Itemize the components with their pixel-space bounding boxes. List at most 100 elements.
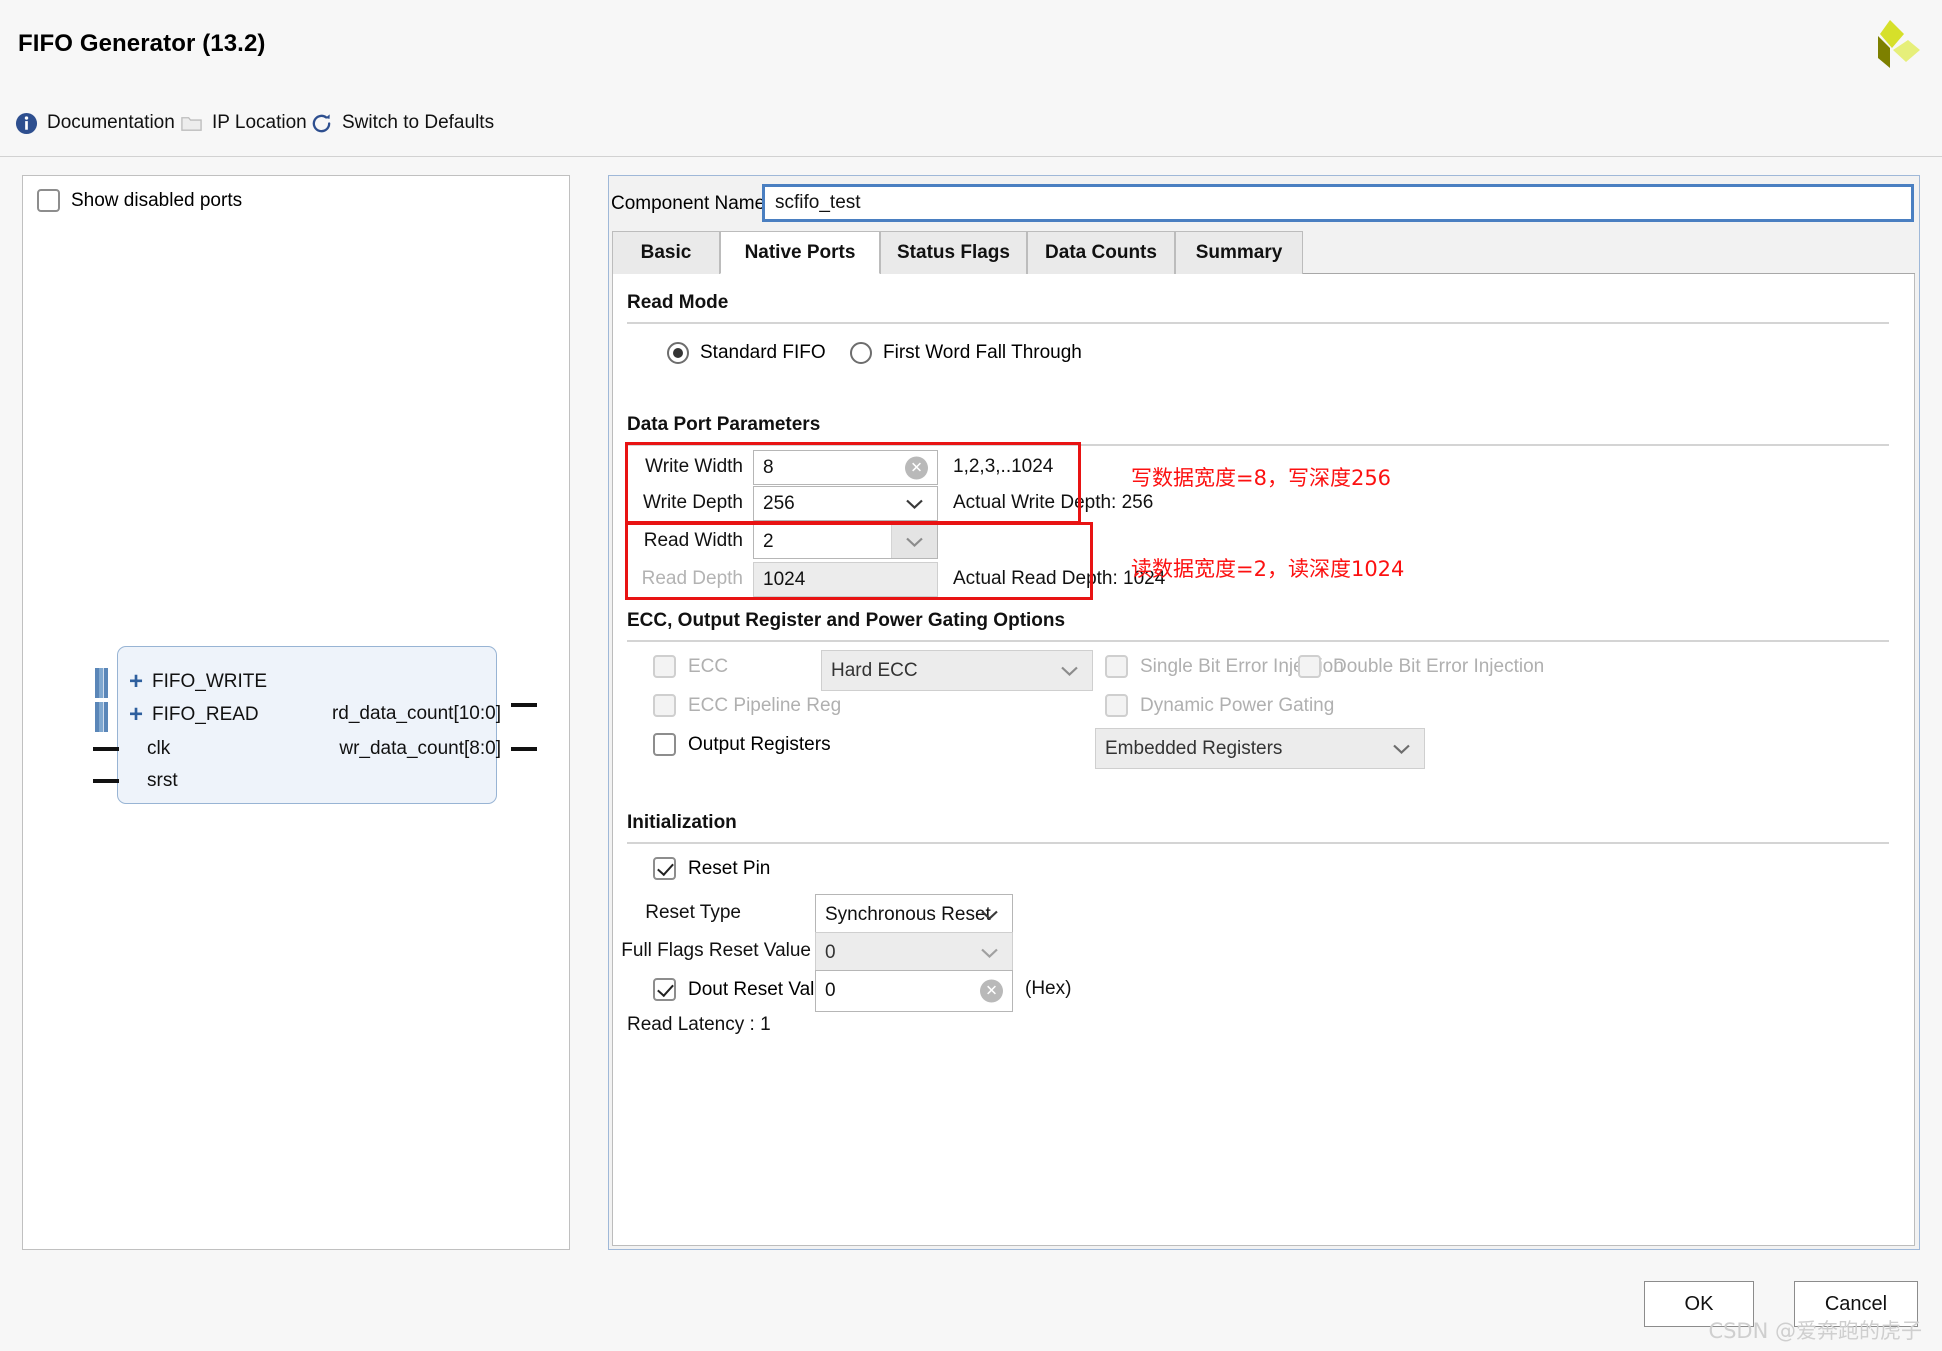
register-type-select[interactable]: Embedded Registers (1095, 728, 1425, 769)
xilinx-logo-icon (1878, 20, 1920, 68)
pin-stub-rd-data-count (511, 703, 537, 707)
ecc-pipeline-reg-box[interactable] (653, 694, 676, 717)
dout-reset-value-box[interactable] (653, 978, 676, 1001)
double-bit-error-injection-checkbox[interactable]: Double Bit Error Injection (1298, 655, 1544, 678)
read-latency-label: Read Latency : 1 (627, 1014, 771, 1035)
data-port-parameters-section-title: Data Port Parameters (627, 414, 821, 435)
register-type-value: Embedded Registers (1105, 737, 1283, 759)
info-icon (15, 112, 38, 134)
read-depth-input: 1024 (753, 562, 938, 597)
native-ports-tab-panel: Read Mode Standard FIFO First Word Fall … (612, 274, 1915, 1246)
output-registers-box[interactable] (653, 733, 676, 756)
folder-icon (181, 116, 202, 131)
ecc-divider (627, 640, 1889, 642)
tab-summary[interactable]: Summary (1175, 231, 1303, 274)
dout-reset-value-checkbox[interactable]: Dout Reset Value (653, 978, 836, 1001)
chevron-down-icon[interactable] (966, 933, 1012, 973)
component-name-input[interactable]: scfifo_test (762, 184, 1914, 222)
double-bit-error-injection-label: Double Bit Error Injection (1333, 655, 1545, 677)
ecc-label: ECC (688, 655, 729, 677)
switch-to-defaults-label: Switch to Defaults (342, 112, 495, 133)
expand-plus-icon[interactable]: + (129, 703, 143, 727)
refresh-icon (312, 113, 331, 132)
read-annotation-note: 读数据宽度=2，读深度1024 (1131, 557, 1405, 581)
documentation-label: Documentation (47, 112, 175, 133)
write-annotation-note: 写数据宽度=8，写深度256 (1131, 466, 1392, 490)
ip-block-symbol: + FIFO_WRITE + FIFO_READ clk srst rd_data_… (93, 646, 537, 811)
full-flags-reset-value-label: Full Flags Reset Value (621, 940, 811, 961)
toolbar: Documentation IP Location Switch to Defa… (0, 92, 1942, 157)
read-mode-divider (627, 322, 1889, 324)
component-name-row: Component Name scfifo_test (609, 184, 1919, 224)
tab-bar: Basic Native Ports Status Flags Data Cou… (612, 231, 1915, 274)
bus-stub-fifo-read (95, 702, 108, 732)
switch-to-defaults-button[interactable]: Switch to Defaults (310, 106, 494, 140)
dout-reset-value: 0 (825, 980, 836, 1001)
dout-reset-value-input[interactable]: 0 ✕ (815, 970, 1013, 1012)
show-disabled-ports-box[interactable] (37, 189, 60, 212)
reset-pin-box[interactable] (653, 857, 676, 880)
radio-first-word-fall-through[interactable]: First Word Fall Through (850, 342, 1082, 364)
chevron-down-icon[interactable] (1378, 729, 1424, 768)
output-registers-checkbox[interactable]: Output Registers (653, 733, 831, 756)
radio-standard-fifo[interactable]: Standard FIFO (667, 342, 826, 364)
pin-stub-wr-data-count (511, 747, 537, 751)
port-fifo-write[interactable]: + FIFO_WRITE (129, 670, 267, 694)
dout-reset-value-label: Dout Reset Value (688, 978, 836, 1000)
dynamic-power-gating-checkbox[interactable]: Dynamic Power Gating (1105, 694, 1334, 717)
write-width-label: Write Width (645, 456, 743, 477)
ecc-checkbox-box[interactable] (653, 655, 676, 678)
tab-data-counts[interactable]: Data Counts (1027, 231, 1175, 274)
write-depth-select[interactable]: 256 (753, 486, 938, 521)
chevron-down-icon[interactable] (966, 895, 1012, 935)
dout-reset-hex-suffix: (Hex) (1025, 978, 1072, 999)
page-title: FIFO Generator (13.2) (18, 30, 266, 57)
port-fifo-read[interactable]: + FIFO_READ (129, 703, 259, 727)
full-flags-reset-value: 0 (825, 942, 836, 963)
watermark: CSDN @爱奔跑的虎子 (1708, 1319, 1922, 1343)
single-bit-error-injection-box[interactable] (1105, 655, 1128, 678)
radio-first-word-fall-through-indicator[interactable] (850, 342, 872, 364)
dynamic-power-gating-label: Dynamic Power Gating (1140, 694, 1335, 716)
title-bar: FIFO Generator (13.2) (0, 0, 1942, 92)
port-srst-label: srst (147, 770, 178, 791)
write-width-clear-icon[interactable]: ✕ (905, 456, 928, 479)
reset-pin-label: Reset Pin (688, 857, 771, 879)
tab-status-flags[interactable]: Status Flags (880, 231, 1027, 274)
tab-native-ports[interactable]: Native Ports (720, 231, 880, 274)
full-flags-reset-value-select[interactable]: 0 (815, 932, 1013, 974)
chevron-down-icon[interactable] (1046, 651, 1092, 690)
radio-standard-fifo-label: Standard FIFO (700, 342, 826, 363)
read-depth-value: 1024 (763, 568, 806, 590)
chevron-down-icon[interactable] (891, 525, 937, 558)
double-bit-error-injection-box[interactable] (1298, 655, 1321, 678)
tab-basic[interactable]: Basic (612, 231, 720, 274)
port-wr-data-count-label: wr_data_count[8:0] (339, 738, 501, 759)
pin-stub-clk (93, 747, 119, 751)
ecc-mode-select[interactable]: Hard ECC (821, 650, 1093, 691)
dout-reset-clear-icon[interactable]: ✕ (980, 979, 1003, 1003)
port-rd-data-count-label: rd_data_count[10:0] (331, 703, 501, 724)
read-depth-label: Read Depth (641, 568, 743, 589)
radio-standard-fifo-indicator[interactable] (667, 342, 689, 364)
documentation-button[interactable]: Documentation (15, 106, 175, 140)
ip-location-button[interactable]: IP Location (180, 106, 307, 140)
output-registers-label: Output Registers (688, 733, 831, 755)
write-width-hint: 1,2,3,..1024 (953, 456, 1054, 477)
initialization-divider (627, 842, 1889, 844)
write-width-input[interactable]: 8 ✕ (753, 450, 938, 485)
show-disabled-ports-checkbox[interactable]: Show disabled ports (37, 189, 242, 212)
expand-plus-icon[interactable]: + (129, 670, 143, 694)
reset-type-select[interactable]: Synchronous Reset (815, 894, 1013, 936)
initialization-section-title: Initialization (627, 812, 737, 833)
read-width-select[interactable]: 2 (753, 524, 938, 559)
pin-stub-srst (93, 779, 119, 783)
data-port-parameters-divider (627, 444, 1889, 446)
write-depth-hint: Actual Write Depth: 256 (953, 492, 1154, 513)
ecc-pipeline-reg-checkbox[interactable]: ECC Pipeline Reg (653, 694, 841, 717)
reset-type-label: Reset Type (645, 902, 741, 923)
ecc-checkbox[interactable]: ECC (653, 655, 728, 678)
reset-pin-checkbox[interactable]: Reset Pin (653, 857, 770, 880)
dynamic-power-gating-box[interactable] (1105, 694, 1128, 717)
chevron-down-icon[interactable] (891, 487, 937, 520)
